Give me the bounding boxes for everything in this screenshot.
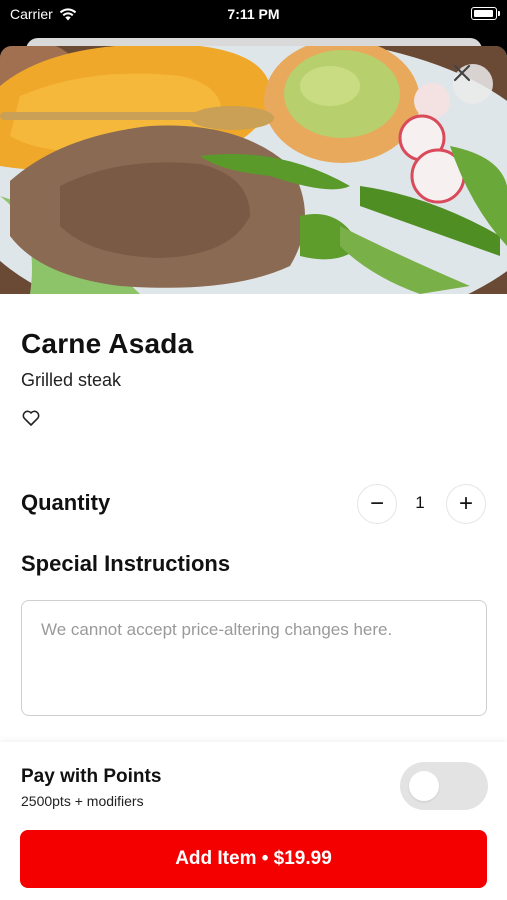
- increment-quantity-button[interactable]: +: [446, 484, 486, 524]
- item-image: [0, 46, 507, 294]
- battery-icon: [471, 7, 500, 20]
- item-description: Grilled steak: [21, 370, 122, 390]
- quantity-value: 1: [415, 493, 425, 512]
- status-time: 7:11 PM: [227, 6, 280, 22]
- plus-icon: +: [458, 490, 473, 517]
- add-item-button[interactable]: Add Item • $19.99: [20, 830, 487, 888]
- item-detail-sheet: Carne Asada Grilled steak Quantity − 1 +…: [0, 46, 507, 900]
- heart-icon[interactable]: [21, 408, 41, 428]
- pay-with-points-label: Pay with Points: [21, 766, 162, 787]
- minus-icon: −: [369, 490, 384, 517]
- points-cost: 2500pts + modifiers: [21, 793, 144, 809]
- decrement-quantity-button[interactable]: −: [357, 484, 397, 524]
- checkout-footer: Pay with Points 2500pts + modifiers Add …: [0, 742, 507, 900]
- close-button[interactable]: [453, 64, 493, 104]
- special-instructions-label: Special Instructions: [21, 551, 231, 576]
- special-instructions-input[interactable]: [21, 600, 487, 716]
- item-title: Carne Asada: [21, 328, 194, 359]
- pay-with-points-toggle[interactable]: [400, 762, 488, 810]
- status-bar: Carrier 7:11 PM: [0, 0, 507, 30]
- quantity-label: Quantity: [21, 490, 111, 515]
- toggle-knob: [409, 771, 439, 801]
- close-icon: [453, 64, 471, 82]
- food-illustration: [0, 46, 507, 294]
